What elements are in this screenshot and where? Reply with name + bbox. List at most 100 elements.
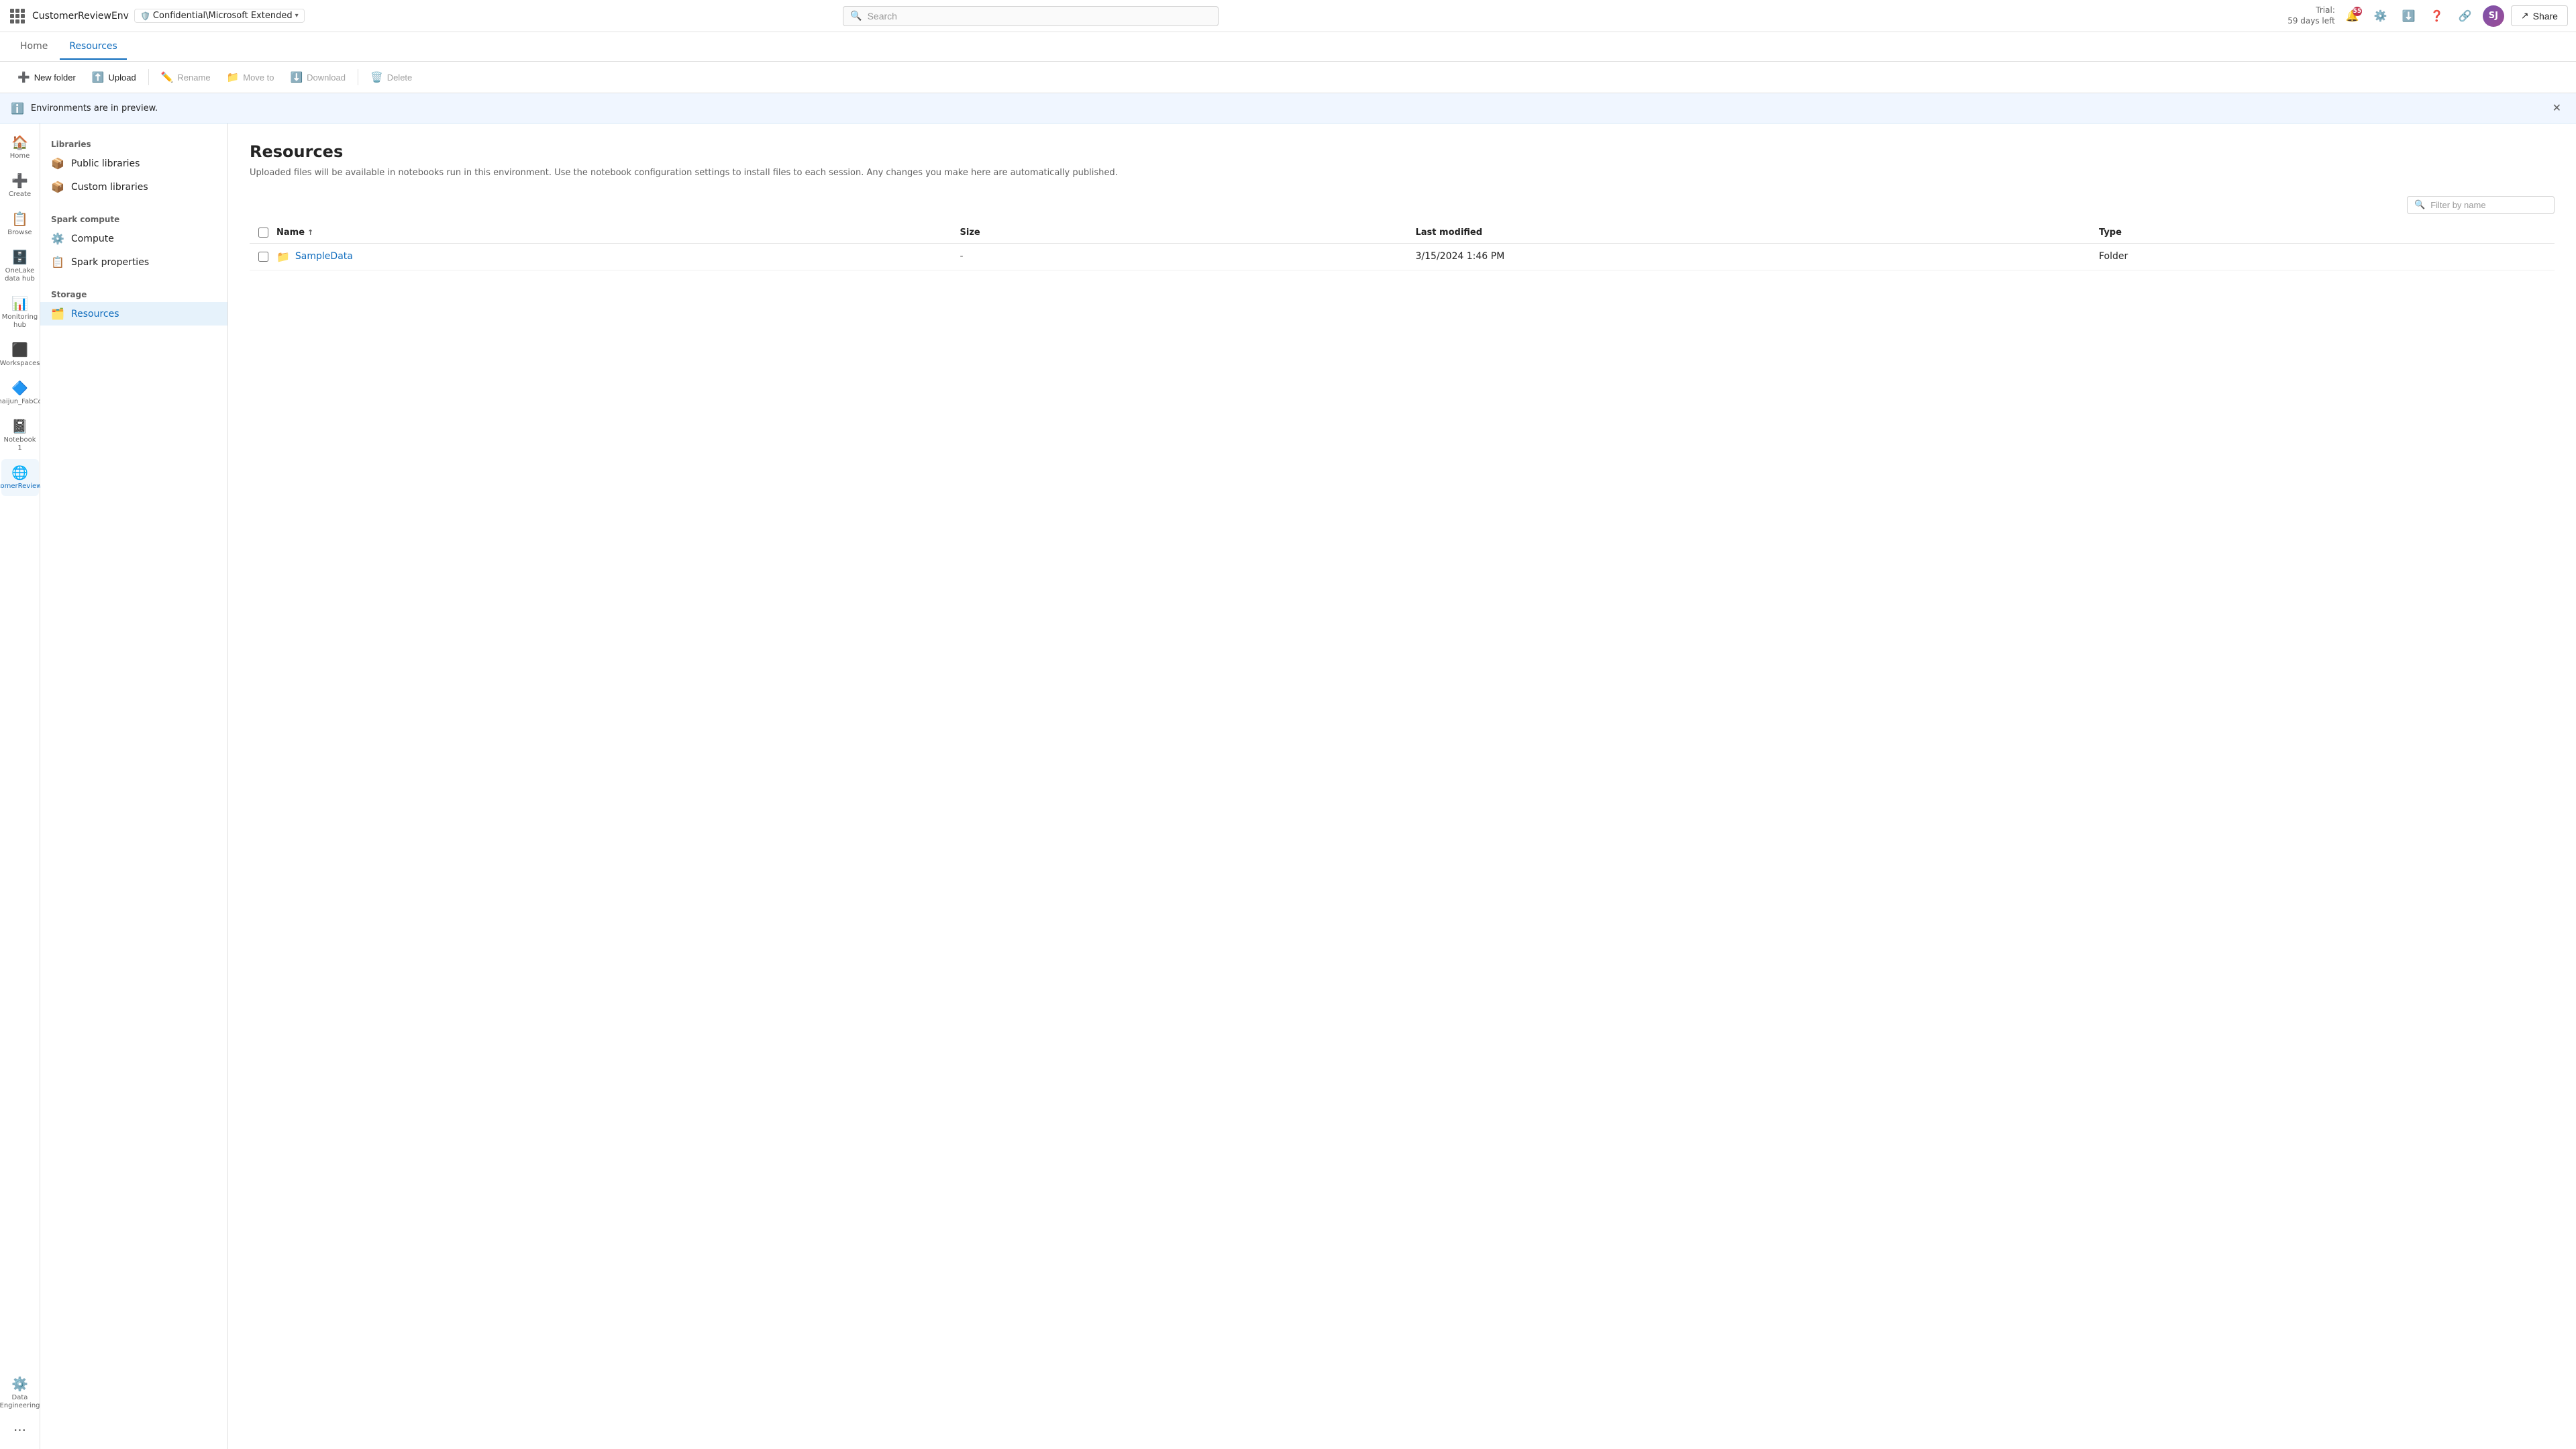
sidebar-item-shaijun-label: Shaijun_FabCon	[0, 398, 46, 406]
trial-info: Trial: 59 days left	[2287, 5, 2335, 26]
sidebar-item-workspaces[interactable]: ⬛ Workspaces	[1, 336, 39, 373]
notification-badge: 55	[2353, 7, 2362, 16]
download-label: Download	[307, 72, 346, 83]
filter-input[interactable]	[2430, 200, 2547, 210]
avatar[interactable]: SJ	[2483, 5, 2504, 27]
sidebar-item-monitoring-label: Monitoring hub	[2, 313, 38, 330]
row-modified: 3/15/2024 1:46 PM	[1416, 251, 2100, 262]
preview-banner-close-button[interactable]: ✕	[2548, 100, 2565, 116]
sidebar-item-create-label: Create	[9, 191, 31, 199]
sidebar-item-onelake[interactable]: 🗄️ OneLake data hub	[1, 244, 39, 289]
shield-icon: 🛡️	[140, 11, 150, 21]
notebook-icon: 📓	[12, 418, 28, 434]
move-to-icon: 📁	[227, 71, 240, 83]
row-check	[250, 252, 276, 262]
rename-label: Rename	[177, 72, 210, 83]
delete-label: Delete	[387, 72, 413, 83]
topbar-left: CustomerReviewEnv 🛡️ Confidential\Micros…	[8, 7, 305, 26]
sidebar-item-onelake-label: OneLake data hub	[4, 267, 36, 283]
new-folder-icon: ➕	[17, 71, 30, 83]
download-toolbar-button[interactable]: ⬇️ Download	[283, 67, 352, 87]
home-icon: 🏠	[12, 134, 28, 150]
main-layout: 🏠 Home ➕ Create 📋 Browse 🗄️ OneLake data…	[0, 123, 2576, 1449]
more-icon: ···	[12, 1422, 28, 1438]
notification-button[interactable]: 🔔 55	[2342, 5, 2363, 27]
content-area: Resources Uploaded files will be availab…	[228, 123, 2576, 1449]
trial-line2: 59 days left	[2287, 16, 2335, 27]
sidebar-item-data-engineering[interactable]: ⚙️ Data Engineering	[1, 1370, 39, 1415]
page-title: Resources	[250, 142, 2555, 161]
download-button[interactable]: ⬇️	[2398, 5, 2420, 27]
confidentiality-label: Confidential\Microsoft Extended	[153, 11, 293, 21]
preview-banner: ℹ️ Environments are in preview. ✕	[0, 93, 2576, 123]
sidebar-item-home[interactable]: 🏠 Home	[1, 129, 39, 166]
sidebar-item-create[interactable]: ➕ Create	[1, 167, 39, 204]
chevron-down-icon: ▾	[295, 12, 299, 19]
settings-button[interactable]: ⚙️	[2370, 5, 2391, 27]
toolbar-separator-1	[148, 69, 149, 85]
storage-section-title: Storage	[40, 285, 227, 302]
custom-libraries-label: Custom libraries	[71, 182, 148, 193]
sidebar-item-browse[interactable]: 📋 Browse	[1, 205, 39, 242]
public-libraries-icon: 📦	[51, 157, 64, 170]
spark-section-title: Spark compute	[40, 209, 227, 227]
help-button[interactable]: ❓	[2426, 5, 2448, 27]
env-nav-public-libraries[interactable]: 📦 Public libraries	[40, 152, 227, 175]
filter-wrapper: 🔍	[2407, 196, 2555, 214]
share-icon-button[interactable]: 🔗	[2455, 5, 2476, 27]
content-description: Uploaded files will be available in note…	[250, 166, 2555, 180]
search-input[interactable]	[868, 11, 1212, 21]
spark-properties-icon: 📋	[51, 256, 64, 268]
monitoring-icon: 📊	[12, 295, 28, 311]
filter-search-icon: 🔍	[2414, 200, 2425, 210]
row-name-label: SampleData	[295, 251, 353, 262]
sidebar-more-button[interactable]: ···	[1, 1417, 39, 1444]
sidebar-item-shaijun[interactable]: 🔷 Shaijun_FabCon	[1, 374, 39, 411]
env-nav-spark-properties[interactable]: 📋 Spark properties	[40, 250, 227, 274]
new-folder-button[interactable]: ➕ New folder	[11, 67, 83, 87]
sidebar-item-home-label: Home	[10, 152, 30, 160]
row-type: Folder	[2099, 251, 2555, 262]
preview-banner-text: Environments are in preview.	[31, 103, 2542, 113]
shaijun-icon: 🔷	[12, 380, 28, 396]
env-nav: Libraries 📦 Public libraries 📦 Custom li…	[40, 123, 228, 1449]
sort-icon: ↑	[307, 228, 313, 237]
compute-label: Compute	[71, 234, 114, 244]
customerreview-icon: 🌐	[12, 464, 28, 481]
sidebar-item-notebook1[interactable]: 📓 Notebook 1	[1, 413, 39, 458]
search-icon: 🔍	[850, 11, 862, 21]
env-nav-resources[interactable]: 🗂️ Resources	[40, 302, 227, 326]
move-to-label: Move to	[243, 72, 274, 83]
rename-button[interactable]: ✏️ Rename	[154, 67, 217, 87]
app-grid-button[interactable]	[8, 7, 27, 26]
row-checkbox[interactable]	[258, 252, 268, 262]
move-to-button[interactable]: 📁 Move to	[220, 67, 281, 87]
delete-button[interactable]: 🗑️ Delete	[364, 67, 419, 87]
resources-icon: 🗂️	[51, 307, 64, 320]
libraries-section-title: Libraries	[40, 134, 227, 152]
folder-icon: 📁	[276, 250, 290, 263]
env-nav-compute[interactable]: ⚙️ Compute	[40, 227, 227, 250]
tab-home[interactable]: Home	[11, 34, 57, 60]
env-nav-custom-libraries[interactable]: 📦 Custom libraries	[40, 175, 227, 199]
sidebar-item-workspaces-label: Workspaces	[0, 360, 40, 368]
search-wrapper: 🔍	[843, 6, 1219, 26]
upload-button[interactable]: ⬆️ Upload	[85, 67, 143, 87]
resources-label: Resources	[71, 309, 119, 319]
create-icon: ➕	[12, 172, 28, 189]
tab-resources[interactable]: Resources	[60, 34, 127, 60]
sidebar-item-customerreview[interactable]: 🌐 CustomerReviewEnv	[1, 459, 39, 496]
rename-icon: ✏️	[161, 71, 174, 83]
search-bar: 🔍	[843, 6, 1219, 26]
public-libraries-label: Public libraries	[71, 158, 140, 169]
row-size: -	[960, 251, 1416, 262]
share-button[interactable]: ↗ Share	[2511, 5, 2568, 26]
left-sidebar: 🏠 Home ➕ Create 📋 Browse 🗄️ OneLake data…	[0, 123, 40, 1449]
confidentiality-badge[interactable]: 🛡️ Confidential\Microsoft Extended ▾	[134, 9, 305, 23]
info-icon: ℹ️	[11, 102, 24, 115]
header-size: Size	[960, 228, 1416, 238]
select-all-checkbox[interactable]	[258, 228, 268, 238]
workspaces-icon: ⬛	[12, 342, 28, 358]
row-name[interactable]: 📁 SampleData	[276, 250, 960, 263]
sidebar-item-monitoring[interactable]: 📊 Monitoring hub	[1, 290, 39, 335]
